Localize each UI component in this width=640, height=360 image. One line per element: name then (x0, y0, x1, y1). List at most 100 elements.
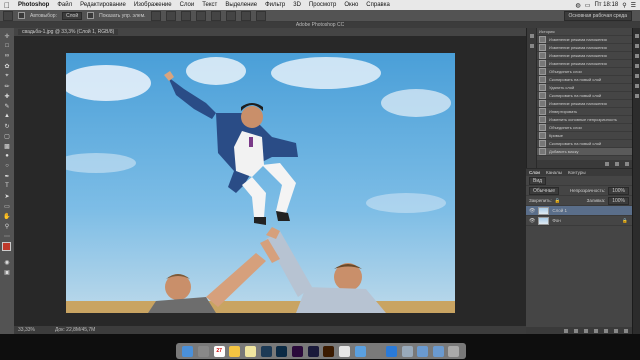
history-item-current[interactable]: Добавить маску (537, 148, 633, 156)
blend-mode-dropdown[interactable]: Обычные (529, 186, 560, 195)
apple-menu-icon[interactable]:  (0, 1, 14, 10)
foreground-color-swatch[interactable] (2, 242, 11, 251)
history-item[interactable]: Скопировать на новый слой (537, 140, 633, 148)
align-center-icon[interactable] (210, 10, 221, 21)
aftereffects-icon[interactable] (307, 345, 319, 357)
downloads-icon[interactable] (432, 345, 444, 357)
photoshop-icon[interactable] (276, 345, 288, 357)
eraser-tool-icon[interactable]: ▢ (2, 132, 12, 140)
menu-view[interactable]: Просмотр (305, 2, 340, 8)
history-item[interactable]: Скопировать на новый слой (537, 92, 633, 100)
history-item[interactable]: Объединить слои (537, 68, 633, 76)
align-middle-icon[interactable] (165, 10, 176, 21)
path-select-tool-icon[interactable]: ➤ (2, 192, 12, 200)
menu-layers[interactable]: Слои (176, 2, 199, 8)
notes-icon[interactable] (244, 345, 256, 357)
menu-edit[interactable]: Редактирование (76, 2, 130, 8)
gradient-tool-icon[interactable]: ▩ (2, 142, 12, 150)
tab-channels[interactable]: Каналы (546, 170, 562, 175)
layer-row[interactable]: 👁 Фон 🔒 (526, 216, 632, 226)
documents-icon[interactable] (417, 345, 429, 357)
photos-icon[interactable] (229, 345, 241, 357)
delete-layer-icon[interactable] (624, 329, 628, 333)
transform-controls-checkbox[interactable] (87, 12, 95, 19)
launchpad-icon[interactable] (197, 345, 209, 357)
eyedropper-tool-icon[interactable]: ✏ (2, 82, 12, 90)
lightroom-icon[interactable] (260, 345, 272, 357)
layer-filter-dropdown[interactable]: Вид (529, 176, 547, 185)
workspace-dropdown[interactable]: Основная рабочая среда (563, 11, 632, 21)
screen-mode-icon[interactable]: ▣ (2, 268, 12, 276)
blur-tool-icon[interactable]: ● (2, 152, 12, 160)
wifi-icon[interactable]: ◍ (576, 2, 581, 9)
mail-icon[interactable] (401, 345, 413, 357)
history-panel-icon[interactable] (530, 34, 534, 38)
calendar-icon[interactable]: 27 (213, 345, 225, 357)
history-item[interactable]: Кривые (537, 132, 633, 140)
move-tool-icon[interactable]: ✛ (2, 32, 12, 40)
itunes-icon[interactable] (338, 345, 350, 357)
menu-3d[interactable]: 3D (289, 2, 305, 8)
move-tool-preset-icon[interactable] (3, 10, 13, 21)
menu-select[interactable]: Выделение (221, 2, 261, 8)
menu-help[interactable]: Справка (362, 2, 394, 8)
history-item[interactable]: Изменение режима наложения (537, 52, 633, 60)
document-size[interactable]: Док: 22,8M/45,7M (55, 327, 95, 333)
crop-tool-icon[interactable]: ⌖ (2, 72, 12, 80)
history-item[interactable]: Изменение режима наложения (537, 60, 633, 68)
notification-icon[interactable]: ☰ (631, 2, 636, 9)
illustrator-icon[interactable] (323, 345, 335, 357)
menu-image[interactable]: Изображение (130, 2, 176, 8)
trash-icon[interactable] (625, 162, 629, 166)
panel-icon[interactable] (635, 94, 639, 98)
properties-panel-icon[interactable] (530, 44, 534, 48)
clone-stamp-tool-icon[interactable]: ▲ (2, 112, 12, 120)
distribute-icon[interactable] (240, 10, 251, 21)
eye-icon[interactable]: 👁 (529, 208, 535, 214)
new-layer-icon[interactable] (614, 329, 618, 333)
battery-icon[interactable]: ▭ (585, 2, 591, 9)
history-item[interactable]: Скопировать на новый слой (537, 76, 633, 84)
fill-field[interactable]: 100% (608, 196, 629, 205)
appstore-icon[interactable] (385, 345, 397, 357)
history-item[interactable]: Изменить основные непрозрачность (537, 116, 633, 124)
photo-canvas[interactable] (66, 53, 455, 313)
zoom-level[interactable]: 33,33% (18, 327, 35, 333)
group-folder-icon[interactable] (604, 329, 608, 333)
3d-mode-icon[interactable] (255, 10, 266, 21)
menu-window[interactable]: Окно (340, 2, 362, 8)
menubar-clock[interactable]: Пт 18:18 (594, 2, 618, 8)
lasso-tool-icon[interactable]: ∞ (2, 52, 12, 60)
autoselect-dropdown[interactable]: Слой (61, 11, 83, 20)
quick-mask-icon[interactable]: ◉ (2, 258, 12, 266)
history-brush-tool-icon[interactable]: ↻ (2, 122, 12, 130)
fx-icon[interactable] (574, 329, 578, 333)
menu-filter[interactable]: Фильтр (261, 2, 289, 8)
align-right-icon[interactable] (225, 10, 236, 21)
history-item[interactable]: Удалить слой (537, 84, 633, 92)
panel-icon[interactable] (635, 64, 639, 68)
camera-icon[interactable] (615, 162, 619, 166)
premiere-icon[interactable] (291, 345, 303, 357)
menu-file[interactable]: Файл (53, 2, 76, 8)
autoselect-checkbox[interactable] (18, 12, 25, 19)
dodge-tool-icon[interactable]: ○ (2, 162, 12, 170)
tab-layers[interactable]: Слои (529, 170, 540, 175)
quick-select-tool-icon[interactable]: ✿ (2, 62, 12, 70)
link-layers-icon[interactable] (564, 329, 568, 333)
shape-tool-icon[interactable]: ▭ (2, 202, 12, 210)
panel-icon[interactable] (635, 44, 639, 48)
history-item[interactable]: Инвертировать (537, 108, 633, 116)
new-snapshot-icon[interactable] (605, 162, 609, 166)
menu-type[interactable]: Текст (198, 2, 221, 8)
tab-paths[interactable]: Контуры (568, 170, 586, 175)
align-bottom-icon[interactable] (180, 10, 191, 21)
history-item[interactable]: Изменение режима наложения (537, 36, 633, 44)
finder-icon[interactable] (182, 345, 194, 357)
panel-icon[interactable] (635, 54, 639, 58)
layer-name[interactable]: Фон (552, 218, 560, 223)
align-top-icon[interactable] (150, 10, 161, 21)
history-item[interactable]: Объединить слои (537, 124, 633, 132)
zoom-tool-icon[interactable]: ⚲ (2, 222, 12, 230)
menu-app[interactable]: Photoshop (14, 2, 53, 8)
